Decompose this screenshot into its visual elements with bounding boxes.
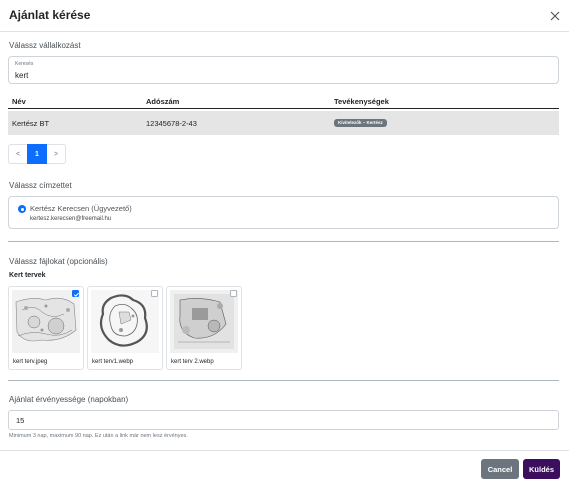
pagination: < 1 >: [8, 144, 66, 164]
recipient-option[interactable]: Kertész Kerecsen (Ügyvezető) kertesz.ker…: [8, 196, 559, 229]
company-name-cell: Kertész BT: [12, 119, 50, 128]
modal-footer-divider: [0, 450, 569, 451]
file-checkbox[interactable]: [230, 290, 237, 297]
activity-badge: Kivitelezők – Kertész: [334, 119, 387, 127]
close-button[interactable]: [549, 9, 561, 21]
files-section-label: Válassz fájlokat (opcionális): [9, 257, 108, 266]
close-icon: [550, 11, 560, 21]
file-checkbox[interactable]: [72, 290, 79, 297]
section-divider: [8, 380, 559, 381]
column-header-tax: Adószám: [146, 97, 180, 106]
search-floating-label: Keresés: [15, 61, 34, 67]
recipient-radio[interactable]: [18, 205, 26, 213]
column-header-activities: Tevékenységek: [334, 97, 389, 106]
quote-request-modal: Ajánlat kérése Válassz vállalkozást Kere…: [0, 0, 569, 486]
table-row[interactable]: Kertész BT 12345678-2-43 Kivitelezők – K…: [8, 111, 559, 135]
cancel-button[interactable]: Cancel: [481, 459, 519, 479]
company-search-input[interactable]: Keresés kert: [8, 56, 559, 84]
validity-days-value: 15: [16, 416, 25, 425]
recipient-name: Kertész Kerecsen (Ügyvezető): [30, 204, 132, 213]
search-value: kert: [15, 71, 29, 80]
prev-page-button[interactable]: <: [8, 144, 28, 164]
page-1-button[interactable]: 1: [27, 144, 47, 164]
tax-number-cell: 12345678-2-43: [146, 119, 197, 128]
file-thumbnail: [12, 290, 80, 353]
file-name: kert terv1.webp: [92, 359, 134, 365]
section-divider: [8, 241, 559, 242]
file-card[interactable]: kert terv 2.webp: [166, 286, 242, 370]
validity-days-input[interactable]: 15: [8, 410, 559, 430]
recipient-email: kertesz.kerecsen@freemail.hu: [30, 216, 112, 222]
modal-title: Ajánlat kérése: [9, 8, 91, 22]
file-card[interactable]: kert terv1.webp: [87, 286, 163, 370]
table-header-divider: [8, 108, 559, 109]
next-page-button[interactable]: >: [46, 144, 66, 164]
file-name: kert terv 2.webp: [171, 359, 214, 365]
modal-header: Ajánlat kérése: [0, 0, 569, 32]
file-group-label: Kert tervek: [9, 272, 46, 279]
recipient-section-label: Válassz címzettet: [9, 181, 72, 190]
file-thumbnail: [91, 290, 159, 353]
validity-help-text: Minimum 3 nap, maximum 90 nap. Ez után a…: [9, 433, 188, 439]
company-section-label: Válassz vállalkozást: [9, 41, 81, 50]
file-card[interactable]: kert terv.jpeg: [8, 286, 84, 370]
file-checkbox[interactable]: [151, 290, 158, 297]
file-thumbnail: [170, 290, 238, 353]
column-header-name: Név: [12, 97, 26, 106]
check-icon: [73, 292, 79, 297]
validity-label: Ajánlat érvényessége (napokban): [9, 395, 129, 404]
file-name: kert terv.jpeg: [13, 359, 48, 365]
send-button[interactable]: Küldés: [523, 459, 560, 479]
